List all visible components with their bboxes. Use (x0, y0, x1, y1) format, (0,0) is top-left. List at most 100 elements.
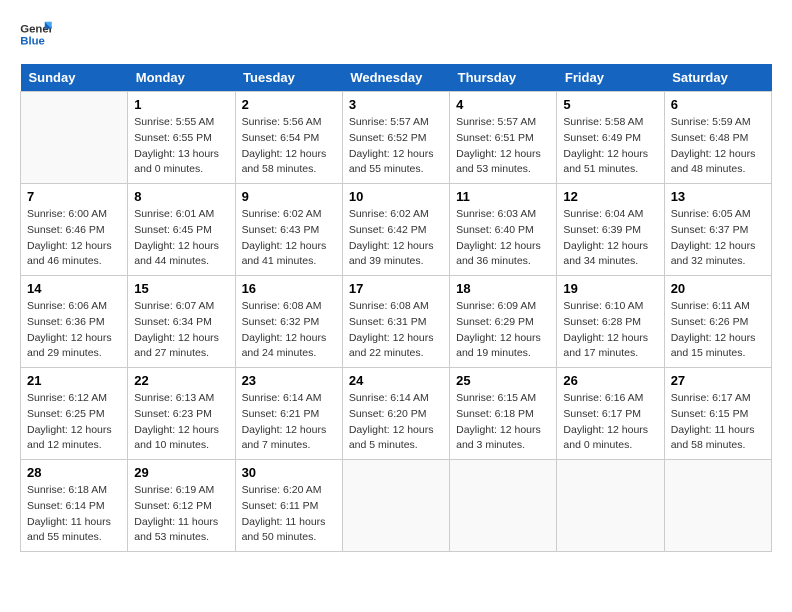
day-number: 11 (456, 189, 550, 204)
day-header-tuesday: Tuesday (235, 64, 342, 92)
day-number: 8 (134, 189, 228, 204)
calendar-cell: 26Sunrise: 6:16 AM Sunset: 6:17 PM Dayli… (557, 368, 664, 460)
calendar-cell: 2 Sunrise: 5:56 AM Sunset: 6:54 PM Daylig… (235, 92, 342, 184)
day-number: 25 (456, 373, 550, 388)
day-number: 20 (671, 281, 765, 296)
day-info: Sunrise: 6:18 AM Sunset: 6:14 PM Dayligh… (27, 483, 121, 546)
calendar-cell: 22Sunrise: 6:13 AM Sunset: 6:23 PM Dayli… (128, 368, 235, 460)
calendar-cell (21, 92, 128, 184)
calendar-cell: 16 Sunrise: 6:08 AM Sunset: 6:32 PM Dayli… (235, 276, 342, 368)
calendar-cell: 30 Sunrise: 6:20 AM Sunset: 6:11 PM Dayli… (235, 460, 342, 552)
day-number: 24 (349, 373, 443, 388)
day-number: 14 (27, 281, 121, 296)
page-header: General Blue (20, 20, 772, 48)
calendar-cell: 11 Sunrise: 6:03 AM Sunset: 6:40 PM Dayli… (450, 184, 557, 276)
calendar-cell (557, 460, 664, 552)
day-number: 2 (242, 97, 336, 112)
calendar-cell: 20 Sunrise: 6:11 AM Sunset: 6:26 PM Dayli… (664, 276, 771, 368)
calendar-cell (342, 460, 449, 552)
calendar-week-4: 21 Sunrise: 6:12 AM Sunset: 6:25 PM Dayli… (21, 368, 772, 460)
day-number: 19 (563, 281, 657, 296)
day-number: 6 (671, 97, 765, 112)
header-row: SundayMondayTuesdayWednesdayThursdayFrid… (21, 64, 772, 92)
calendar-cell: 10 Sunrise: 6:02 AM Sunset: 6:42 PM Dayli… (342, 184, 449, 276)
day-info: Sunrise: 6:01 AM Sunset: 6:45 PM Dayligh… (134, 207, 228, 270)
day-info: Sunrise: 5:58 AM Sunset: 6:49 PM Dayligh… (563, 115, 657, 178)
calendar-cell: 13 Sunrise: 6:05 AM Sunset: 6:37 PM Dayli… (664, 184, 771, 276)
calendar-week-1: 1Sunrise: 5:55 AM Sunset: 6:55 PM Daylig… (21, 92, 772, 184)
calendar-week-2: 7 Sunrise: 6:00 AM Sunset: 6:46 PM Daylig… (21, 184, 772, 276)
day-info: Sunrise: 6:00 AM Sunset: 6:46 PM Dayligh… (27, 207, 121, 270)
day-number: 1 (134, 97, 228, 112)
calendar-cell: 3 Sunrise: 5:57 AM Sunset: 6:52 PM Daylig… (342, 92, 449, 184)
day-info: Sunrise: 6:08 AM Sunset: 6:32 PM Dayligh… (242, 299, 336, 362)
day-info: Sunrise: 5:57 AM Sunset: 6:51 PM Dayligh… (456, 115, 550, 178)
day-info: Sunrise: 6:19 AM Sunset: 6:12 PM Dayligh… (134, 483, 228, 546)
day-info: Sunrise: 5:57 AM Sunset: 6:52 PM Dayligh… (349, 115, 443, 178)
day-header-friday: Friday (557, 64, 664, 92)
day-number: 23 (242, 373, 336, 388)
day-number: 27 (671, 373, 765, 388)
calendar-week-5: 28Sunrise: 6:18 AM Sunset: 6:14 PM Dayli… (21, 460, 772, 552)
day-number: 15 (134, 281, 228, 296)
calendar-cell (450, 460, 557, 552)
day-info: Sunrise: 6:15 AM Sunset: 6:18 PM Dayligh… (456, 391, 550, 454)
day-header-sunday: Sunday (21, 64, 128, 92)
logo: General Blue (20, 20, 52, 48)
calendar-cell: 28Sunrise: 6:18 AM Sunset: 6:14 PM Dayli… (21, 460, 128, 552)
day-number: 29 (134, 465, 228, 480)
day-info: Sunrise: 6:04 AM Sunset: 6:39 PM Dayligh… (563, 207, 657, 270)
day-info: Sunrise: 6:12 AM Sunset: 6:25 PM Dayligh… (27, 391, 121, 454)
calendar-cell: 8 Sunrise: 6:01 AM Sunset: 6:45 PM Daylig… (128, 184, 235, 276)
day-header-thursday: Thursday (450, 64, 557, 92)
calendar-week-3: 14 Sunrise: 6:06 AM Sunset: 6:36 PM Dayli… (21, 276, 772, 368)
day-number: 7 (27, 189, 121, 204)
day-number: 10 (349, 189, 443, 204)
day-info: Sunrise: 6:02 AM Sunset: 6:42 PM Dayligh… (349, 207, 443, 270)
day-info: Sunrise: 5:59 AM Sunset: 6:48 PM Dayligh… (671, 115, 765, 178)
calendar-cell: 12 Sunrise: 6:04 AM Sunset: 6:39 PM Dayli… (557, 184, 664, 276)
day-info: Sunrise: 6:07 AM Sunset: 6:34 PM Dayligh… (134, 299, 228, 362)
logo-icon: General Blue (20, 20, 52, 48)
calendar-cell: 7 Sunrise: 6:00 AM Sunset: 6:46 PM Daylig… (21, 184, 128, 276)
calendar-cell: 25 Sunrise: 6:15 AM Sunset: 6:18 PM Dayli… (450, 368, 557, 460)
calendar-cell: 14 Sunrise: 6:06 AM Sunset: 6:36 PM Dayli… (21, 276, 128, 368)
calendar-cell: 17 Sunrise: 6:08 AM Sunset: 6:31 PM Dayli… (342, 276, 449, 368)
day-number: 16 (242, 281, 336, 296)
day-number: 21 (27, 373, 121, 388)
calendar-cell: 19Sunrise: 6:10 AM Sunset: 6:28 PM Dayli… (557, 276, 664, 368)
day-number: 12 (563, 189, 657, 204)
day-info: Sunrise: 5:56 AM Sunset: 6:54 PM Dayligh… (242, 115, 336, 178)
calendar-cell: 27 Sunrise: 6:17 AM Sunset: 6:15 PM Dayli… (664, 368, 771, 460)
day-info: Sunrise: 6:05 AM Sunset: 6:37 PM Dayligh… (671, 207, 765, 270)
day-info: Sunrise: 6:11 AM Sunset: 6:26 PM Dayligh… (671, 299, 765, 362)
day-number: 18 (456, 281, 550, 296)
day-info: Sunrise: 6:03 AM Sunset: 6:40 PM Dayligh… (456, 207, 550, 270)
calendar-cell: 23 Sunrise: 6:14 AM Sunset: 6:21 PM Dayli… (235, 368, 342, 460)
day-number: 5 (563, 97, 657, 112)
svg-text:Blue: Blue (20, 36, 45, 48)
day-number: 30 (242, 465, 336, 480)
calendar-cell: 24Sunrise: 6:14 AM Sunset: 6:20 PM Dayli… (342, 368, 449, 460)
day-info: Sunrise: 6:06 AM Sunset: 6:36 PM Dayligh… (27, 299, 121, 362)
day-number: 17 (349, 281, 443, 296)
day-info: Sunrise: 6:02 AM Sunset: 6:43 PM Dayligh… (242, 207, 336, 270)
day-info: Sunrise: 6:17 AM Sunset: 6:15 PM Dayligh… (671, 391, 765, 454)
day-info: Sunrise: 6:20 AM Sunset: 6:11 PM Dayligh… (242, 483, 336, 546)
calendar-cell: 18 Sunrise: 6:09 AM Sunset: 6:29 PM Dayli… (450, 276, 557, 368)
day-info: Sunrise: 6:09 AM Sunset: 6:29 PM Dayligh… (456, 299, 550, 362)
day-number: 13 (671, 189, 765, 204)
day-number: 22 (134, 373, 228, 388)
calendar-cell: 1Sunrise: 5:55 AM Sunset: 6:55 PM Daylig… (128, 92, 235, 184)
day-number: 3 (349, 97, 443, 112)
calendar-cell: 15 Sunrise: 6:07 AM Sunset: 6:34 PM Dayli… (128, 276, 235, 368)
day-header-wednesday: Wednesday (342, 64, 449, 92)
day-info: Sunrise: 6:14 AM Sunset: 6:21 PM Dayligh… (242, 391, 336, 454)
calendar-cell: 4Sunrise: 5:57 AM Sunset: 6:51 PM Daylig… (450, 92, 557, 184)
calendar-cell: 5 Sunrise: 5:58 AM Sunset: 6:49 PM Daylig… (557, 92, 664, 184)
day-info: Sunrise: 6:08 AM Sunset: 6:31 PM Dayligh… (349, 299, 443, 362)
calendar-cell (664, 460, 771, 552)
day-info: Sunrise: 6:16 AM Sunset: 6:17 PM Dayligh… (563, 391, 657, 454)
calendar-table: SundayMondayTuesdayWednesdayThursdayFrid… (20, 64, 772, 552)
calendar-cell: 9Sunrise: 6:02 AM Sunset: 6:43 PM Daylig… (235, 184, 342, 276)
